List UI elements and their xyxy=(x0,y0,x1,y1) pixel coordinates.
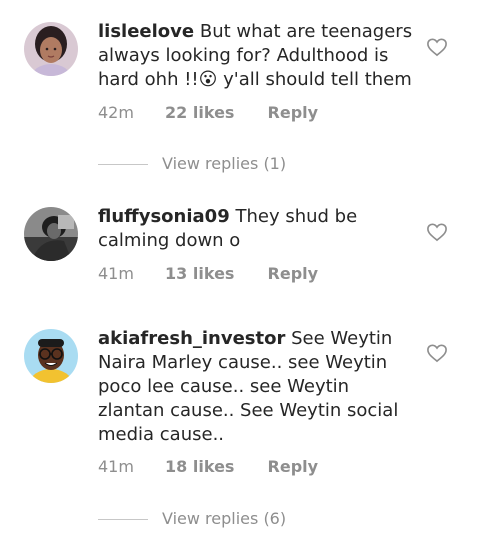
comment-timestamp: 41m xyxy=(98,264,134,283)
avatar[interactable] xyxy=(24,207,78,261)
comment-username[interactable]: fluffysonia09 xyxy=(98,206,230,227)
comment-text: akiafresh_investor See Weytin Naira Marl… xyxy=(98,327,416,447)
view-replies-button[interactable]: View replies (6) xyxy=(98,509,286,528)
heart-outline-icon[interactable] xyxy=(426,343,448,363)
avatar[interactable] xyxy=(24,22,78,76)
likes-count[interactable]: 22 likes xyxy=(165,103,234,122)
reply-button[interactable]: Reply xyxy=(268,264,319,283)
comment-item: fluffysonia09 They shud be calming down … xyxy=(0,190,480,310)
heart-outline-icon[interactable] xyxy=(426,222,448,242)
comment-username[interactable]: akiafresh_investor xyxy=(98,328,285,349)
comment-timestamp: 42m xyxy=(98,103,134,122)
comment-username[interactable]: lisleelove xyxy=(98,21,194,42)
comment-item: akiafresh_investor See Weytin Naira Marl… xyxy=(0,310,480,554)
view-replies-divider xyxy=(98,164,148,165)
heart-outline-icon[interactable] xyxy=(426,37,448,57)
comment-meta: 42m 22 likes Reply xyxy=(98,103,318,122)
view-replies-label: View replies (6) xyxy=(162,509,287,528)
view-replies-button[interactable]: View replies (1) xyxy=(98,154,286,173)
reply-button[interactable]: Reply xyxy=(268,457,319,476)
comment-meta: 41m 13 likes Reply xyxy=(98,264,318,283)
view-replies-label: View replies (1) xyxy=(162,154,287,173)
comment-item: lisleelove But what are teenagers always… xyxy=(0,0,480,190)
comment-text: fluffysonia09 They shud be calming down … xyxy=(98,205,416,253)
view-replies-divider xyxy=(98,519,148,520)
likes-count[interactable]: 13 likes xyxy=(165,264,234,283)
comment-meta: 41m 18 likes Reply xyxy=(98,457,318,476)
comment-timestamp: 41m xyxy=(98,457,134,476)
reply-button[interactable]: Reply xyxy=(268,103,319,122)
avatar[interactable] xyxy=(24,329,78,383)
likes-count[interactable]: 18 likes xyxy=(165,457,234,476)
comment-text: lisleelove But what are teenagers always… xyxy=(98,20,416,92)
